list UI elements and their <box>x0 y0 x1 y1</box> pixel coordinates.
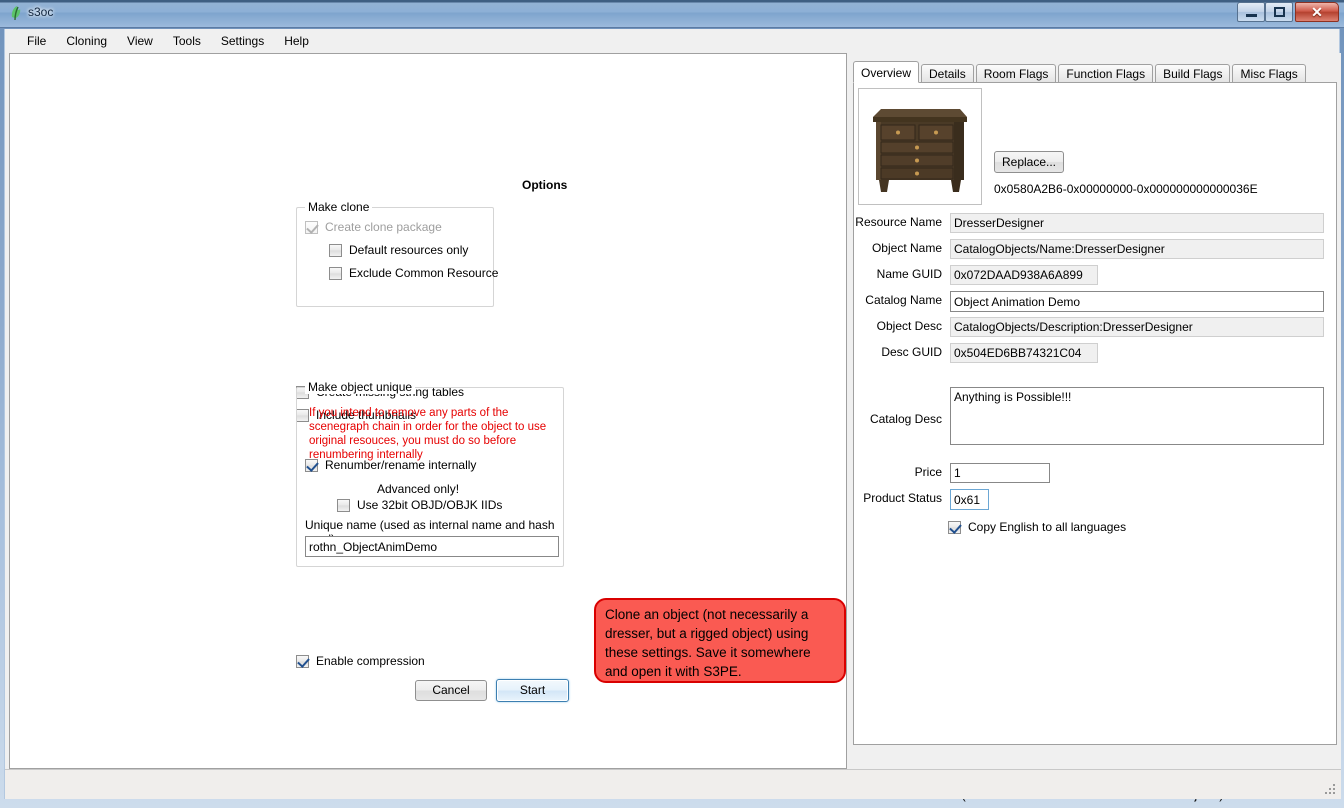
menu-item-settings[interactable]: Settings <box>211 31 274 51</box>
maximize-icon <box>1266 3 1292 21</box>
catalog-desc-label: Catalog Desc <box>854 412 946 426</box>
desc-guid-label: Desc GUID <box>854 345 946 359</box>
name-guid-input[interactable] <box>950 265 1098 285</box>
advanced-options-panel: Advanced only! Use 32bit OBJD/OBJK IIDs <box>325 481 511 515</box>
tab-build-flags[interactable]: Build Flags <box>1155 64 1230 83</box>
menu-item-file[interactable]: File <box>17 31 56 51</box>
field-row-object-name: Object Name <box>854 239 1338 259</box>
title-bar: s3oc ✕ <box>0 0 1344 28</box>
checkbox-icon <box>305 459 318 472</box>
window-title: s3oc <box>28 5 53 19</box>
menu-item-help[interactable]: Help <box>274 31 319 51</box>
object-thumbnail[interactable] <box>858 88 982 205</box>
desc-guid-input[interactable] <box>950 343 1098 363</box>
maximize-button[interactable] <box>1265 2 1293 22</box>
price-input[interactable] <box>950 463 1050 483</box>
advanced-only-label: Advanced only! <box>325 482 511 496</box>
resource-key-text: 0x0580A2B6-0x00000000-0x000000000000036E <box>994 182 1258 196</box>
make-clone-group-label: Make clone <box>305 200 372 214</box>
close-button[interactable]: ✕ <box>1295 2 1339 22</box>
checkbox-icon <box>296 655 309 668</box>
make-object-unique-group: Make object unique If you intend to remo… <box>296 387 564 567</box>
tab-function-flags[interactable]: Function Flags <box>1058 64 1153 83</box>
minimize-icon <box>1238 3 1264 21</box>
field-row-price: Price <box>854 463 1338 483</box>
menu-item-cloning[interactable]: Cloning <box>56 31 117 51</box>
catalog-name-input[interactable] <box>950 291 1324 312</box>
options-panel: Options Make clone Create clone package … <box>9 53 847 769</box>
enable-compression-label: Enable compression <box>316 654 425 668</box>
use-32bit-iids-label: Use 32bit OBJD/OBJK IIDs <box>357 498 502 512</box>
field-row-product-status: Product Status <box>854 489 1338 509</box>
catalog-desc-textarea[interactable]: Anything is Possible!!! <box>950 387 1324 445</box>
make-object-unique-group-label: Make object unique <box>305 380 415 394</box>
copy-english-label: Copy English to all languages <box>968 520 1126 534</box>
renumber-rename-internally-checkbox[interactable]: Renumber/rename internally <box>305 458 476 472</box>
object-details-panel: Overview Details Room Flags Function Fla… <box>848 53 1337 769</box>
tab-misc-flags[interactable]: Misc Flags <box>1232 64 1305 83</box>
object-name-label: Object Name <box>854 241 946 255</box>
options-title: Options <box>522 178 567 192</box>
tab-room-flags[interactable]: Room Flags <box>976 64 1057 83</box>
details-tabstrip: Overview Details Room Flags Function Fla… <box>853 61 1308 83</box>
field-row-resource-name: Resource Name <box>854 213 1338 233</box>
tab-overview[interactable]: Overview <box>853 61 919 83</box>
scenegraph-warning-text: If you intend to remove any parts of the… <box>309 406 557 462</box>
resource-name-input[interactable] <box>950 213 1324 233</box>
start-button[interactable]: Start <box>496 679 569 702</box>
client-area: File Cloning View Tools Settings Help Op… <box>4 29 1340 799</box>
menu-item-tools[interactable]: Tools <box>163 31 211 51</box>
create-clone-package-checkbox: Create clone package <box>305 220 442 234</box>
application-window: s3oc ✕ File Cloning View Tools Settings … <box>0 0 1344 808</box>
checkbox-icon <box>337 499 350 512</box>
checkbox-icon <box>329 267 342 280</box>
field-row-catalog-desc: Catalog Desc Anything is Possible!!! <box>854 387 1338 449</box>
unique-name-input[interactable] <box>305 536 559 557</box>
main-split: Options Make clone Create clone package … <box>5 53 1341 769</box>
field-row-object-desc: Object Desc <box>854 317 1338 337</box>
checkbox-icon <box>948 521 961 534</box>
exclude-common-resource-label: Exclude Common Resource <box>349 266 498 280</box>
resource-name-label: Resource Name <box>854 215 946 229</box>
object-desc-label: Object Desc <box>854 319 946 333</box>
minimize-button[interactable] <box>1237 2 1265 22</box>
close-icon: ✕ <box>1296 3 1338 21</box>
checkbox-icon <box>329 244 342 257</box>
menu-bar: File Cloning View Tools Settings Help <box>5 29 1339 53</box>
copy-english-checkbox[interactable]: Copy English to all languages <box>948 520 1126 534</box>
use-32bit-iids-checkbox[interactable]: Use 32bit OBJD/OBJK IIDs <box>337 498 502 512</box>
field-row-desc-guid: Desc GUID <box>854 343 1338 363</box>
annotation-callout: Clone an object (not necessarily a dress… <box>594 598 846 683</box>
field-row-name-guid: Name GUID <box>854 265 1338 285</box>
catalog-name-label: Catalog Name <box>854 293 946 307</box>
resize-grip[interactable] <box>1324 783 1337 796</box>
field-row-catalog-name: Catalog Name <box>854 291 1338 311</box>
checkbox-icon <box>305 221 318 234</box>
exclude-common-resource-checkbox[interactable]: Exclude Common Resource <box>329 266 498 280</box>
tab-details[interactable]: Details <box>921 64 974 83</box>
name-guid-label: Name GUID <box>854 267 946 281</box>
menu-item-view[interactable]: View <box>117 31 163 51</box>
create-clone-package-label: Create clone package <box>325 220 442 234</box>
overview-tab-page: Replace... 0x0580A2B6-0x00000000-0x00000… <box>853 82 1337 745</box>
product-status-input[interactable] <box>950 489 989 510</box>
replace-button[interactable]: Replace... <box>994 151 1064 173</box>
object-name-input[interactable] <box>950 239 1324 259</box>
renumber-rename-internally-label: Renumber/rename internally <box>325 458 476 472</box>
default-resources-only-label: Default resources only <box>349 243 468 257</box>
object-desc-input[interactable] <box>950 317 1324 337</box>
cancel-button[interactable]: Cancel <box>415 680 487 701</box>
product-status-label: Product Status <box>854 491 946 505</box>
status-bar <box>5 769 1341 799</box>
app-leaf-icon <box>8 5 24 21</box>
default-resources-only-checkbox[interactable]: Default resources only <box>329 243 468 257</box>
enable-compression-checkbox[interactable]: Enable compression <box>296 654 425 668</box>
make-clone-group: Make clone Create clone package Default … <box>296 207 494 307</box>
price-label: Price <box>854 465 946 479</box>
